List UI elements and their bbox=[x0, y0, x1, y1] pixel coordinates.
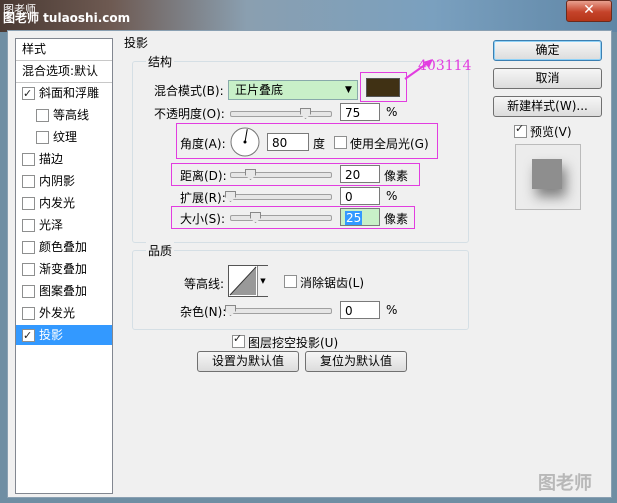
style-item-checkbox[interactable] bbox=[22, 153, 35, 166]
structure-title: 结构 bbox=[146, 53, 175, 70]
opacity-label: 不透明度(O): bbox=[154, 107, 225, 121]
size-input[interactable]: 25 bbox=[340, 208, 380, 226]
style-item-label: 渐变叠加 bbox=[39, 262, 88, 276]
reset-default-button[interactable]: 复位为默认值 bbox=[305, 351, 407, 372]
styles-list: 样式 混合选项:默认 斜面和浮雕等高线纹理描边内阴影内发光光泽颜色叠加渐变叠加图… bbox=[15, 38, 113, 494]
size-unit: 像素 bbox=[384, 212, 409, 226]
style-item[interactable]: 渐变叠加 bbox=[16, 259, 112, 279]
style-item-checkbox[interactable] bbox=[22, 219, 35, 232]
style-item-checkbox[interactable] bbox=[22, 175, 35, 188]
style-item-label: 描边 bbox=[39, 152, 64, 166]
opacity-slider[interactable] bbox=[230, 111, 332, 117]
size-label: 大小(S): bbox=[180, 212, 226, 226]
style-item-label: 光泽 bbox=[39, 218, 64, 232]
noise-input[interactable]: 0 bbox=[340, 301, 380, 319]
style-item-label: 颜色叠加 bbox=[39, 240, 88, 254]
style-item-checkbox[interactable] bbox=[36, 131, 49, 144]
blend-mode-select[interactable]: 正片叠底 ▼ bbox=[228, 80, 358, 100]
spread-label: 扩展(R): bbox=[180, 191, 226, 205]
style-item[interactable]: 内发光 bbox=[16, 193, 112, 213]
preview-label: 预览(V) bbox=[530, 125, 572, 139]
distance-unit: 像素 bbox=[384, 169, 409, 183]
styles-header[interactable]: 样式 bbox=[16, 39, 112, 59]
spread-input[interactable]: 0 bbox=[340, 187, 380, 205]
knockout-checkbox[interactable] bbox=[232, 332, 245, 348]
angle-input[interactable]: 80 bbox=[267, 133, 309, 151]
new-style-button[interactable]: 新建样式(W)... bbox=[493, 96, 602, 117]
style-item-checkbox[interactable] bbox=[22, 84, 35, 104]
global-light-checkbox[interactable] bbox=[334, 136, 347, 149]
ok-button[interactable]: 确定 bbox=[493, 40, 602, 61]
style-item-checkbox[interactable] bbox=[22, 197, 35, 210]
style-item-label: 外发光 bbox=[39, 306, 76, 320]
anti-alias-checkbox[interactable] bbox=[284, 275, 297, 288]
spread-unit: % bbox=[386, 189, 398, 203]
style-preview bbox=[515, 144, 581, 210]
drop-shadow-title: 投影 bbox=[122, 34, 151, 51]
contour-label: 等高线: bbox=[184, 277, 225, 291]
color-annotation: 403114 bbox=[418, 58, 472, 74]
close-button[interactable]: ✕ bbox=[566, 0, 612, 22]
style-item-label: 纹理 bbox=[53, 130, 78, 144]
style-item[interactable]: 图案叠加 bbox=[16, 281, 112, 301]
blend-mode-label: 混合模式(B): bbox=[154, 84, 224, 98]
style-item[interactable]: 等高线 bbox=[16, 105, 112, 125]
preview-checkbox[interactable] bbox=[514, 122, 527, 138]
style-item-label: 内阴影 bbox=[39, 174, 76, 188]
global-light-label: 使用全局光(G) bbox=[350, 137, 429, 151]
anti-alias-label: 消除锯齿(L) bbox=[300, 276, 365, 290]
dialog-client: 样式 混合选项:默认 斜面和浮雕等高线纹理描边内阴影内发光光泽颜色叠加渐变叠加图… bbox=[7, 30, 612, 498]
shadow-color-swatch[interactable] bbox=[366, 78, 400, 97]
blend-options-item[interactable]: 混合选项:默认 bbox=[16, 61, 112, 81]
style-item-checkbox[interactable] bbox=[22, 263, 35, 276]
chevron-down-icon: ▼ bbox=[345, 85, 352, 95]
style-item[interactable]: 纹理 bbox=[16, 127, 112, 147]
watermark-text: 图老师 tulaoshi.com bbox=[3, 11, 131, 25]
angle-dial[interactable] bbox=[229, 126, 261, 158]
style-item[interactable]: 投影 bbox=[16, 325, 112, 346]
style-item-checkbox[interactable] bbox=[22, 285, 35, 298]
knockout-label: 图层挖空投影(U) bbox=[248, 336, 339, 350]
cancel-button[interactable]: 取消 bbox=[493, 68, 602, 89]
style-item-checkbox[interactable] bbox=[22, 307, 35, 320]
style-item[interactable]: 描边 bbox=[16, 149, 112, 169]
dialog-window: 图老师 图老师 tulaoshi.com ✕ 样式 混合选项:默认 斜面和浮雕等… bbox=[0, 0, 617, 503]
distance-label: 距离(D): bbox=[180, 169, 227, 183]
size-slider[interactable] bbox=[230, 215, 332, 221]
contour-picker[interactable]: ▼ bbox=[228, 265, 268, 297]
style-item[interactable]: 颜色叠加 bbox=[16, 237, 112, 257]
quality-title: 品质 bbox=[146, 242, 175, 259]
title-bar[interactable]: 图老师 图老师 tulaoshi.com ✕ bbox=[0, 0, 617, 32]
noise-unit: % bbox=[386, 303, 398, 317]
opacity-unit: % bbox=[386, 105, 398, 119]
contour-preview-icon bbox=[229, 266, 257, 296]
spread-slider[interactable] bbox=[230, 194, 332, 200]
style-item[interactable]: 光泽 bbox=[16, 215, 112, 235]
opacity-input[interactable]: 75 bbox=[340, 103, 380, 121]
make-default-button[interactable]: 设置为默认值 bbox=[197, 351, 299, 372]
style-item-label: 等高线 bbox=[53, 108, 90, 122]
noise-slider[interactable] bbox=[230, 308, 332, 314]
style-item-checkbox[interactable] bbox=[22, 326, 35, 346]
angle-label: 角度(A): bbox=[180, 137, 226, 151]
style-item-label: 斜面和浮雕 bbox=[39, 86, 100, 100]
style-item-checkbox[interactable] bbox=[22, 241, 35, 254]
angle-unit: 度 bbox=[313, 137, 326, 151]
style-item[interactable]: 内阴影 bbox=[16, 171, 112, 191]
watermark-bottom: 图老师 bbox=[538, 473, 592, 494]
distance-input[interactable]: 20 bbox=[340, 165, 380, 183]
noise-label: 杂色(N): bbox=[180, 305, 227, 319]
style-item[interactable]: 斜面和浮雕 bbox=[16, 83, 112, 104]
style-item-label: 图案叠加 bbox=[39, 284, 88, 298]
style-item[interactable]: 外发光 bbox=[16, 303, 112, 323]
chevron-down-icon[interactable]: ▼ bbox=[257, 266, 268, 296]
style-item-label: 投影 bbox=[39, 328, 64, 342]
preview-square bbox=[532, 159, 562, 189]
style-item-label: 内发光 bbox=[39, 196, 76, 210]
style-item-checkbox[interactable] bbox=[36, 109, 49, 122]
